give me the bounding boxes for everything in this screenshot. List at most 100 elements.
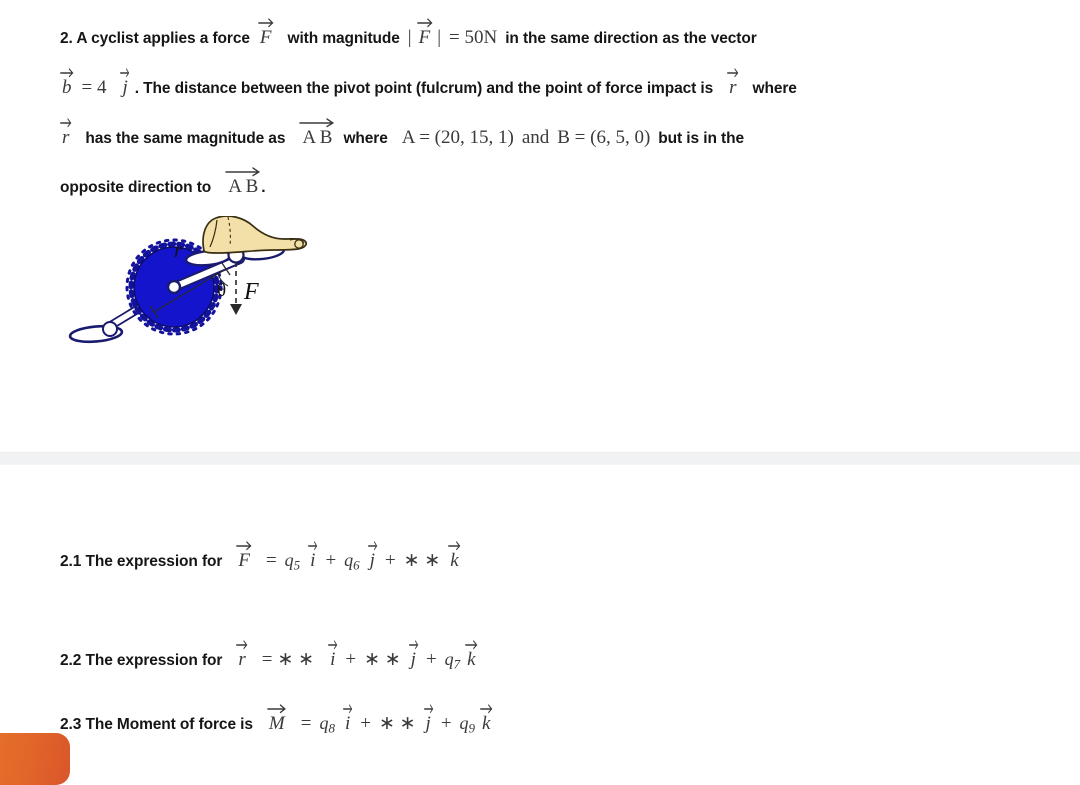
answer-lhs-glyph: r <box>238 649 246 670</box>
vector-arrow-icon <box>236 639 248 650</box>
foot-illustration <box>202 216 307 254</box>
question-line3-text-2: where <box>343 130 388 147</box>
point-B-coordinates: B = (6, 5, 0) <box>557 127 651 148</box>
unit-vector-i-symbol: i <box>308 541 318 571</box>
unit-vector-i-glyph: i <box>330 649 336 670</box>
force-magnitude-value: = 50N <box>449 27 498 48</box>
question-line-3: r has the same magnitude as A B where A … <box>60 118 744 149</box>
term-2-coefficient: ∗ ∗ <box>364 649 401 670</box>
answer-row-2-1: 2.1 The expression for F = q5 i + q6 j +… <box>60 541 461 574</box>
vector-arrow-icon <box>367 540 377 551</box>
answer-prompt: 2.3 The Moment of force is <box>60 716 253 733</box>
vector-arrow-icon <box>343 703 353 714</box>
figure-label-theta: θ <box>217 280 227 301</box>
term-2-coefficient: ∗ ∗ <box>378 713 416 734</box>
term-3-coefficient: q9 <box>459 713 476 736</box>
vector-arrow-icon <box>308 540 318 551</box>
unit-vector-j-symbol: j <box>423 704 433 734</box>
unit-vector-i-glyph: i <box>344 713 351 734</box>
vector-F-glyph: F <box>259 27 272 48</box>
bicycle-pedal-crank-diagram: r θ F <box>58 216 308 356</box>
vector-arrow-icon <box>328 639 338 650</box>
answer-prompt: 2.2 The expression for <box>60 652 223 669</box>
vector-arrow-icon <box>267 703 287 714</box>
vector-F-symbol: F <box>258 18 274 48</box>
section-divider <box>0 452 1080 465</box>
term-1-coefficient: q5 <box>284 550 301 573</box>
plus-sign-2: + <box>384 550 396 571</box>
unit-vector-i-symbol: i <box>343 704 353 734</box>
question-line3-text-4: but is in the <box>658 130 744 147</box>
figure-label-r: r <box>174 238 183 262</box>
force-arrow <box>230 262 242 315</box>
question-line1-text-2: with magnitude <box>287 30 400 47</box>
vector-arrow-icon <box>225 166 261 177</box>
vector-AB-glyph: A B <box>302 127 333 148</box>
answer-lhs-glyph: M <box>268 713 285 734</box>
point-A-coordinates: A = (20, 15, 1) <box>401 127 514 148</box>
unit-vector-k-symbol: k <box>448 541 461 571</box>
vector-arrow-icon <box>236 540 252 551</box>
unit-vector-i-symbol: i <box>328 640 338 670</box>
unit-vector-k-glyph: k <box>467 649 476 670</box>
vector-arrow-icon <box>408 639 418 650</box>
abs-bar-close: | <box>437 27 442 48</box>
answer-row-2-3: 2.3 The Moment of force is M = q8 i + ∗ … <box>60 704 493 737</box>
unit-vector-k-symbol: k <box>465 640 478 670</box>
term-3-coefficient: q7 <box>444 649 461 672</box>
question-line4-text-1: opposite direction to <box>60 179 212 196</box>
equals-sign: = <box>265 550 277 571</box>
unit-vector-k-glyph: k <box>482 713 491 734</box>
vector-r-glyph: r <box>62 127 70 148</box>
term-3-coefficient: ∗ ∗ <box>403 550 441 571</box>
unit-vector-j-glyph: j <box>122 77 128 98</box>
vector-M-symbol: M <box>267 704 287 734</box>
question-line1-text-1: 2. A cyclist applies a force <box>60 30 250 47</box>
vector-b-value: = 4 <box>81 77 107 98</box>
question-line1-text-3: in the same direction as the vector <box>505 30 757 47</box>
vector-arrow-icon <box>258 17 274 28</box>
answer-row-2-2: 2.2 The expression for r = ∗ ∗ i + ∗ ∗ j… <box>60 640 478 673</box>
question-line3-text-3: and <box>521 127 550 148</box>
unit-vector-k-glyph: k <box>450 550 459 571</box>
unit-vector-j-symbol: j <box>408 640 418 670</box>
vector-arrow-icon <box>60 67 74 78</box>
unit-vector-j-glyph: j <box>425 713 431 734</box>
plus-sign-1: + <box>345 649 357 670</box>
vector-F-glyph: F <box>418 27 431 48</box>
plus-sign-1: + <box>325 550 337 571</box>
question-line4-period: . <box>261 179 266 196</box>
abs-bar-open: | <box>407 27 412 48</box>
equals-sign: = <box>300 713 312 734</box>
vector-r-glyph: r <box>729 77 737 98</box>
question-line-2: b = 4 j . The distance between the pivot… <box>60 68 797 99</box>
answer-prompt: 2.1 The expression for <box>60 553 223 570</box>
vector-arrow-icon <box>299 117 335 128</box>
unit-vector-j-glyph: j <box>410 649 416 670</box>
question-line2-text-2: where <box>752 80 797 97</box>
vector-arrow-icon <box>423 703 433 714</box>
crank-hub <box>166 279 182 295</box>
vector-b-symbol: b <box>60 68 74 98</box>
vector-arrow-icon <box>448 540 461 551</box>
figure-label-F: F <box>244 279 259 305</box>
vector-arrow-icon <box>727 67 739 78</box>
lower-pedal <box>68 321 124 344</box>
vector-arrow-icon <box>60 117 72 128</box>
answer-lhs-glyph: F <box>238 550 250 571</box>
term-2-coefficient: q6 <box>344 550 360 573</box>
plus-sign-2: + <box>440 713 452 734</box>
question-line2-text-1: . The distance between the pivot point (… <box>134 80 714 97</box>
vector-arrow-icon <box>465 639 478 650</box>
unit-vector-j-glyph: j <box>369 550 375 571</box>
vector-r-symbol: r <box>236 640 248 670</box>
term-1-coefficient: q8 <box>319 713 335 736</box>
plus-sign-2: + <box>425 649 437 670</box>
pedal-diagram-svg <box>68 216 307 344</box>
vector-F-symbol: F <box>236 541 252 571</box>
orange-corner-badge <box>0 733 70 785</box>
unit-vector-j-symbol: j <box>120 68 130 98</box>
vector-AB-symbol: A B <box>299 118 335 148</box>
unit-vector-j-symbol: j <box>367 541 377 571</box>
unit-vector-i-glyph: i <box>310 550 316 571</box>
